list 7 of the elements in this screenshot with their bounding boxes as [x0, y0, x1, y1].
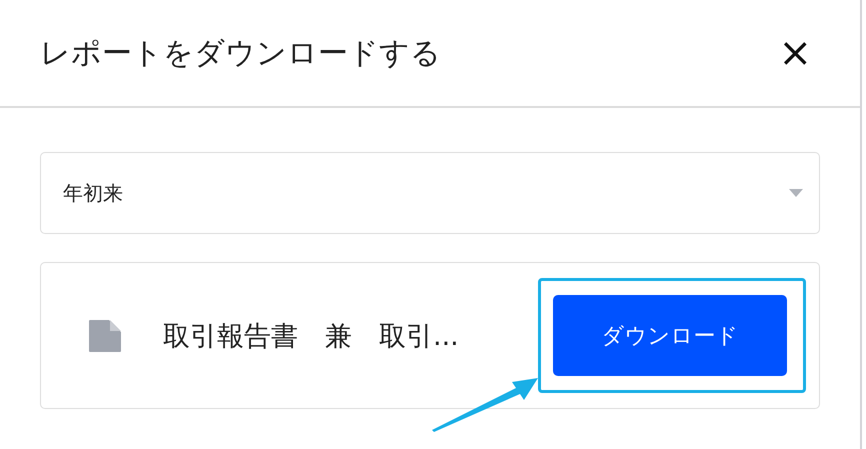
- period-select[interactable]: 年初来: [40, 152, 820, 234]
- close-button[interactable]: ×: [774, 33, 816, 73]
- download-button[interactable]: ダウンロード: [553, 295, 787, 376]
- dialog-title: レポートをダウンロードする: [40, 34, 441, 72]
- dropdown-caret-icon: [789, 189, 803, 197]
- file-icon: [89, 320, 121, 352]
- report-name: 取引報告書 兼 取引...: [163, 320, 460, 354]
